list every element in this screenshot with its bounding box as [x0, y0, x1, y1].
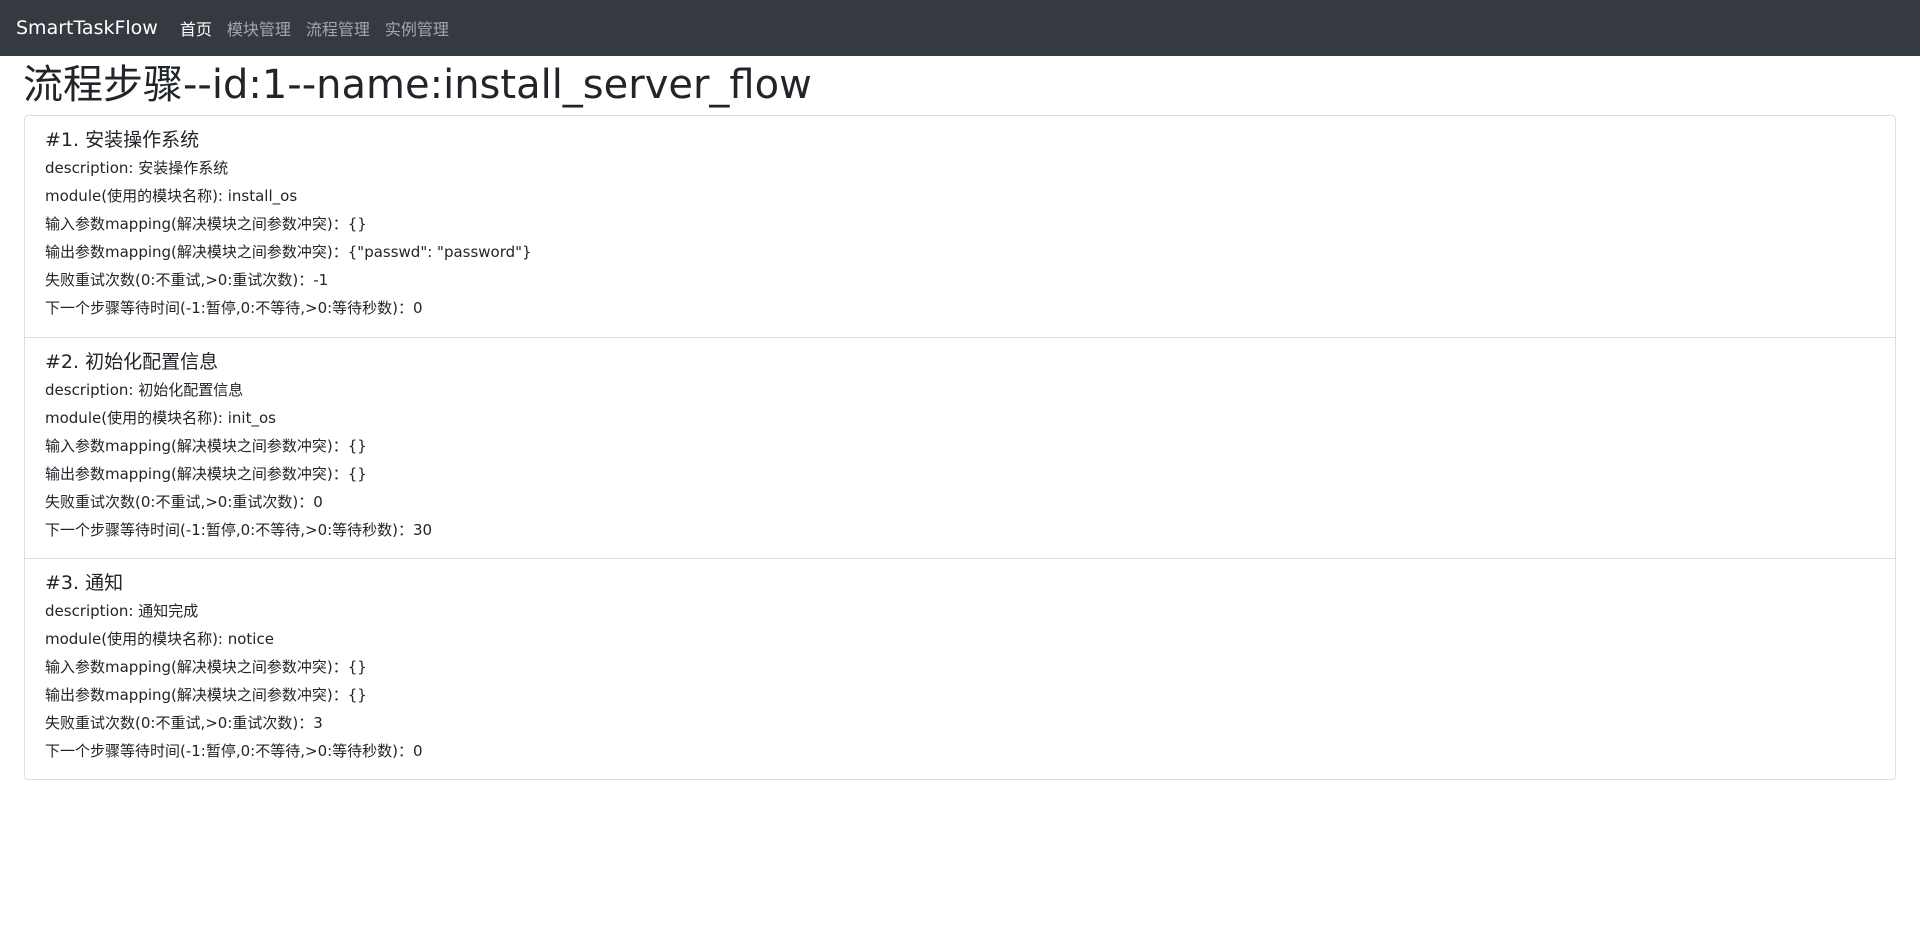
step-module: module(使用的模块名称): install_os [45, 187, 298, 205]
step-description: description: 安装操作系统 [45, 159, 229, 177]
step-input-mapping: 输入参数mapping(解决模块之间参数冲突)：{} [45, 215, 367, 233]
step-title: #3. 通知 [45, 572, 124, 594]
step-input-mapping: 输入参数mapping(解决模块之间参数冲突)：{} [45, 437, 367, 455]
top-navbar: SmartTaskFlow 首页 模块管理 流程管理 实例管理 [0, 0, 1920, 56]
nav-item-flow-management[interactable]: 流程管理 [306, 16, 370, 40]
step-description: description: 初始化配置信息 [45, 381, 244, 399]
step-module: module(使用的模块名称): init_os [45, 409, 276, 427]
step-output-mapping: 输出参数mapping(解决模块之间参数冲突)：{} [45, 686, 367, 704]
step-retry-count: 失败重试次数(0:不重试,>0:重试次数)：-1 [45, 271, 329, 289]
step-output-mapping: 输出参数mapping(解决模块之间参数冲突)：{"passwd": "pass… [45, 243, 532, 261]
step-wait-time: 下一个步骤等待时间(-1:暂停,0:不等待,>0:等待秒数)：0 [45, 299, 423, 317]
nav-item-module-management[interactable]: 模块管理 [227, 16, 291, 40]
step-item: #1. 安装操作系统 description: 安装操作系统 module(使用… [25, 116, 1895, 337]
page-title: 流程步骤--id:1--name:install_server_flow [23, 62, 812, 108]
step-wait-time: 下一个步骤等待时间(-1:暂停,0:不等待,>0:等待秒数)：30 [45, 521, 433, 539]
step-output-mapping: 输出参数mapping(解决模块之间参数冲突)：{} [45, 465, 367, 483]
step-description: description: 通知完成 [45, 602, 199, 620]
nav-item-home[interactable]: 首页 [180, 16, 212, 40]
step-item: #3. 通知 description: 通知完成 module(使用的模块名称)… [25, 558, 1895, 779]
step-list: #1. 安装操作系统 description: 安装操作系统 module(使用… [24, 115, 1896, 780]
step-input-mapping: 输入参数mapping(解决模块之间参数冲突)：{} [45, 658, 367, 676]
step-module: module(使用的模块名称): notice [45, 630, 274, 648]
step-title: #1. 安装操作系统 [45, 129, 200, 151]
step-title: #2. 初始化配置信息 [45, 351, 219, 373]
step-item: #2. 初始化配置信息 description: 初始化配置信息 module(… [25, 337, 1895, 558]
step-retry-count: 失败重试次数(0:不重试,>0:重试次数)：0 [45, 493, 323, 511]
step-wait-time: 下一个步骤等待时间(-1:暂停,0:不等待,>0:等待秒数)：0 [45, 742, 423, 760]
nav-item-instance-management[interactable]: 实例管理 [385, 16, 449, 40]
step-retry-count: 失败重试次数(0:不重试,>0:重试次数)：3 [45, 714, 323, 732]
brand-link[interactable]: SmartTaskFlow [16, 17, 158, 39]
